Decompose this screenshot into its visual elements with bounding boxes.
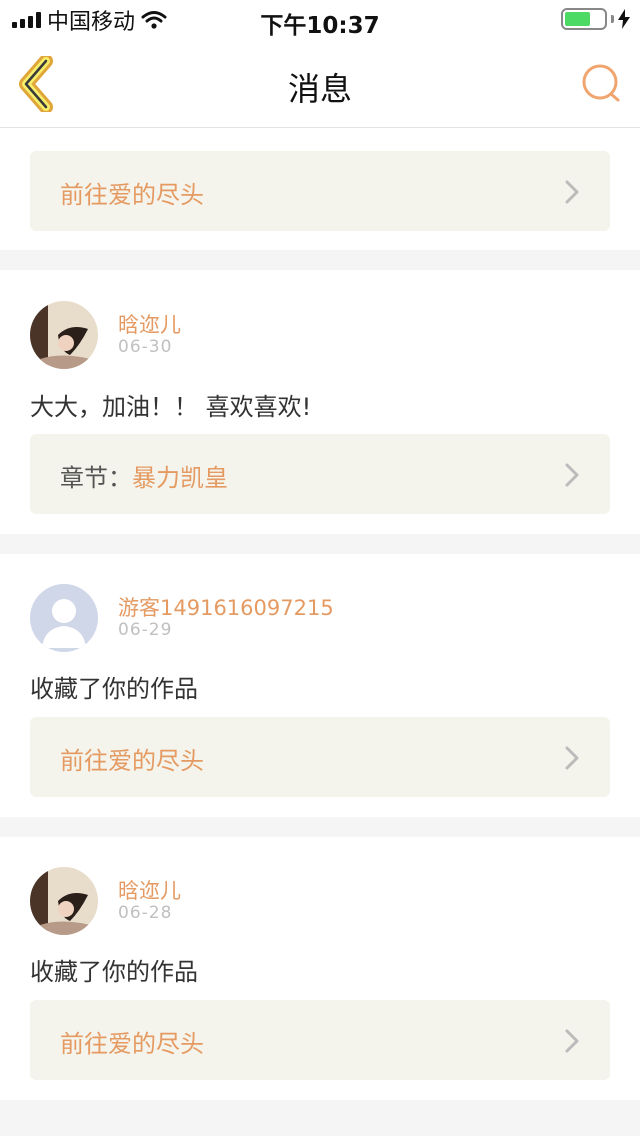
link-prefix: 章节： [60, 464, 132, 492]
battery-cap [611, 15, 614, 23]
link-box[interactable]: 前往爱的尽头 [30, 1000, 610, 1080]
author-name[interactable]: 晗迩儿 [118, 309, 181, 339]
message-text: 大大，加油！！ 喜欢喜欢! [30, 393, 312, 421]
message-date: 06-30 [118, 337, 173, 357]
search-icon [582, 64, 620, 102]
message-list[interactable]: 前往爱的尽头 晗迩儿 06-30 大大，加油！！ 喜欢喜欢! 章节：暴力凯皇 游… [0, 128, 640, 1136]
chevron-right-icon [565, 746, 579, 770]
message-card: 晗迩儿 06-28 收藏了你的作品 前往爱的尽头 [0, 837, 640, 1100]
message-card: 晗迩儿 06-30 大大，加油！！ 喜欢喜欢! 章节：暴力凯皇 [0, 270, 640, 534]
link-label: 前往爱的尽头 [60, 1030, 204, 1058]
author-name[interactable]: 晗迩儿 [118, 875, 181, 905]
link-label: 前往爱的尽头 [60, 747, 204, 775]
message-card: 游客1491616097215 06-29 收藏了你的作品 前往爱的尽头 [0, 554, 640, 817]
link-box[interactable]: 章节：暴力凯皇 [30, 434, 610, 514]
battery-icon [561, 8, 607, 30]
author-name[interactable]: 游客1491616097215 [118, 592, 334, 622]
status-time: 下午10:37 [260, 13, 380, 39]
message-card: 前往爱的尽头 [0, 128, 640, 250]
link-label: 章节：暴力凯皇 [60, 458, 228, 493]
status-right [561, 8, 630, 30]
message-text: 收藏了你的作品 [30, 958, 198, 986]
chevron-right-icon [565, 1029, 579, 1053]
message-date: 06-29 [118, 620, 173, 640]
link-label: 前往爱的尽头 [60, 181, 204, 209]
chevron-right-icon [565, 463, 579, 487]
battery-level [565, 12, 590, 26]
page-title: 消息 [287, 70, 352, 108]
chevron-right-icon [565, 180, 579, 204]
avatar[interactable] [30, 867, 98, 935]
message-date: 06-28 [118, 903, 173, 923]
link-box[interactable]: 前往爱的尽头 [30, 151, 610, 231]
search-button[interactable] [580, 62, 624, 106]
link-box[interactable]: 前往爱的尽头 [30, 717, 610, 797]
message-text: 收藏了你的作品 [30, 675, 198, 703]
status-bar: 中国移动 下午10:37 [0, 0, 640, 40]
nav-bar: 消息 [0, 40, 640, 128]
chapter-name: 暴力凯皇 [132, 464, 228, 492]
avatar[interactable] [30, 301, 98, 369]
charging-icon [618, 9, 630, 29]
avatar[interactable] [30, 584, 98, 652]
